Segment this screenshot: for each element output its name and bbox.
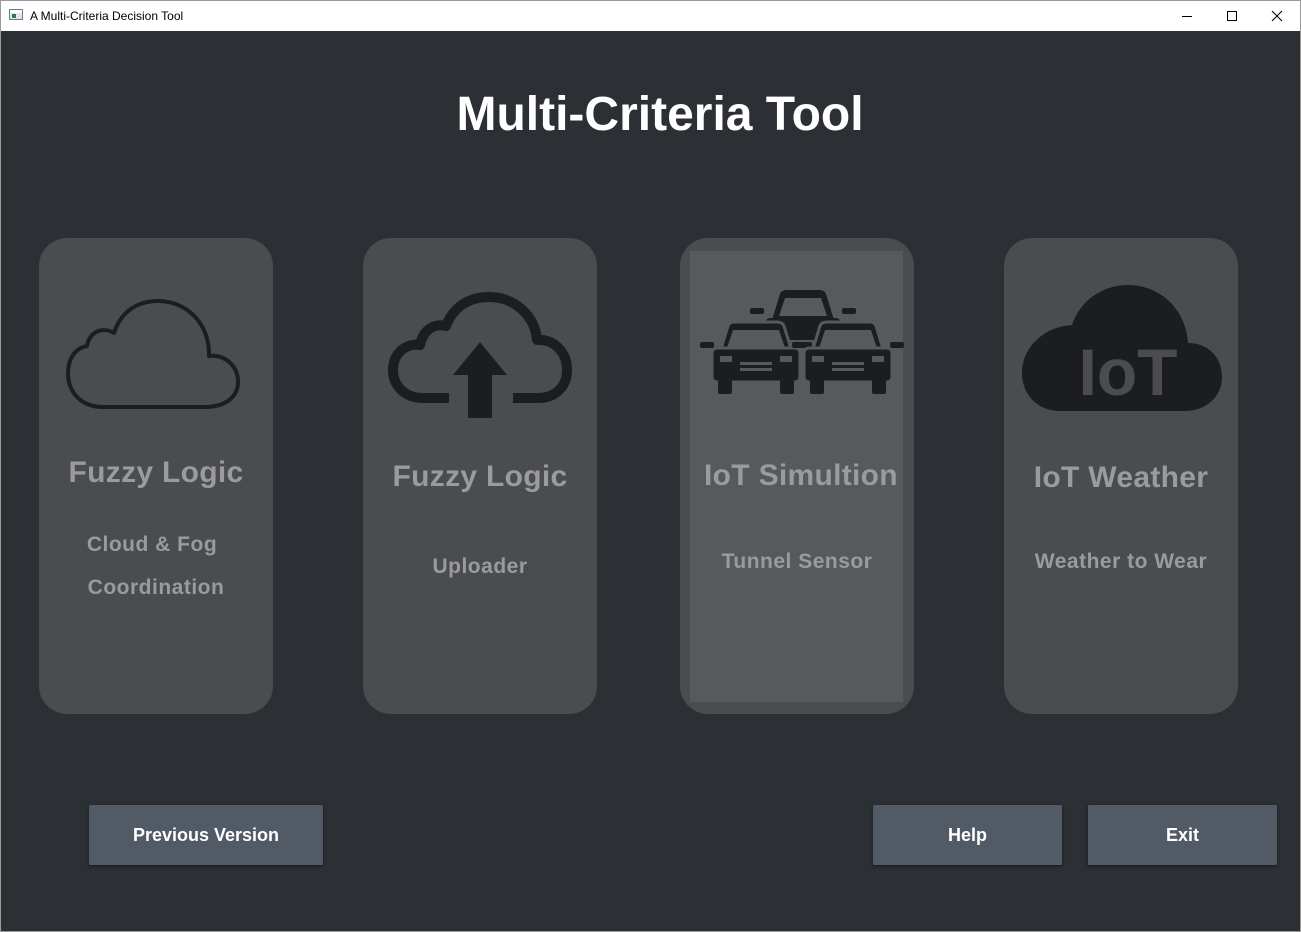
card-iot-weather[interactable]: IoT IoT Weather Weather to Wear <box>1004 238 1238 714</box>
cloud-upload-icon <box>388 292 572 418</box>
card-fuzzy-uploader[interactable]: Fuzzy Logic Uploader <box>363 238 597 714</box>
card-title: IoT Simultion <box>704 459 898 492</box>
maximize-button[interactable] <box>1209 1 1255 31</box>
card-subtitle: Uploader <box>432 555 528 578</box>
iot-cloud-icon: IoT <box>1022 285 1222 411</box>
window-title: A Multi-Criteria Decision Tool <box>30 9 184 23</box>
card-title: Fuzzy Logic <box>68 456 244 489</box>
page-title: Multi-Criteria Tool <box>456 88 864 141</box>
iot-icon-text: IoT <box>1079 335 1178 409</box>
cars-traffic-icon <box>700 290 904 394</box>
card-title: IoT Weather <box>1033 461 1209 494</box>
card-title: Fuzzy Logic <box>392 460 568 493</box>
title-bar: A Multi-Criteria Decision Tool <box>1 1 1300 31</box>
close-icon <box>1271 10 1283 22</box>
app-icon <box>9 9 23 20</box>
card-subtitle: Cloud & Fog <box>86 533 218 556</box>
cloud-outline-icon <box>66 299 240 409</box>
minimize-button[interactable] <box>1164 1 1210 31</box>
card-subtitle: Weather to Wear <box>1034 550 1208 573</box>
previous-version-button[interactable]: Previous Version <box>89 805 323 865</box>
help-button[interactable]: Help <box>873 805 1062 865</box>
card-iot-simulation[interactable]: IoT Simultion Tunnel Sensor <box>680 238 914 714</box>
main-content: Multi-Criteria Tool Fuzzy Logic Cloud & … <box>1 31 1300 931</box>
exit-button[interactable]: Exit <box>1088 805 1277 865</box>
close-button[interactable] <box>1254 1 1300 31</box>
minimize-icon <box>1182 16 1192 17</box>
card-subtitle-line2: Coordination <box>87 576 225 599</box>
maximize-icon <box>1227 11 1237 21</box>
app-window: A Multi-Criteria Decision Tool Multi-Cri… <box>0 0 1301 932</box>
card-subtitle: Tunnel Sensor <box>721 550 873 573</box>
card-fuzzy-cloud-fog[interactable]: Fuzzy Logic Cloud & Fog Coordination <box>39 238 273 714</box>
